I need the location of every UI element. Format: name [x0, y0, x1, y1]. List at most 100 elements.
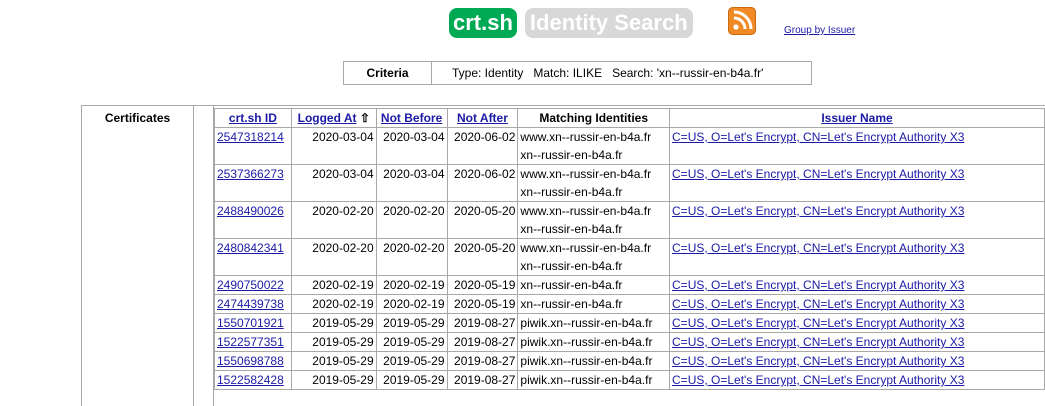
cell-logged-at: 2020-02-20	[290, 201, 377, 239]
cell-issuer-name[interactable]: C=US, O=Let's Encrypt, CN=Let's Encrypt …	[669, 351, 1045, 371]
cell-matching-identities: www.xn--russir-en-b4a.fr xn--russir-en-b4…	[517, 238, 671, 276]
cell-logged-at: 2019-05-29	[290, 313, 377, 333]
cell-not-after: 2020-05-20	[446, 238, 519, 276]
cell-not-after: 2020-06-02	[446, 127, 519, 165]
matching-identity: piwik.xn--russir-en-b4a.fr	[520, 316, 653, 330]
cell-matching-identities: www.xn--russir-en-b4a.fr xn--russir-en-b4…	[517, 201, 671, 239]
cell-logged-at: 2019-05-29	[290, 370, 377, 390]
cell-crtsh-id[interactable]: 2537366273	[214, 164, 292, 202]
cell-not-before: 2020-03-04	[375, 127, 448, 165]
cell-not-before: 2019-05-29	[375, 332, 448, 352]
table-row: 2537366273 2020-03-04 2020-03-04 2020-06-02…	[214, 164, 1045, 202]
matching-identity: xn--russir-en-b4a.fr	[520, 148, 623, 162]
cell-not-after: 2020-06-02	[446, 164, 519, 202]
matching-identity: piwik.xn--russir-en-b4a.fr	[520, 354, 653, 368]
column-header-not-after[interactable]: Not After	[446, 108, 519, 128]
cell-not-before: 2020-02-19	[375, 294, 448, 314]
matching-identity: xn--russir-en-b4a.fr	[520, 222, 623, 236]
cell-matching-identities: xn--russir-en-b4a.fr	[517, 275, 671, 295]
cell-not-before: 2020-02-20	[375, 238, 448, 276]
table-row: 2474439738 2020-02-19 2020-02-19 2020-05-19…	[214, 294, 1045, 314]
cell-crtsh-id[interactable]: 1550701921	[214, 313, 292, 333]
cell-issuer-name[interactable]: C=US, O=Let's Encrypt, CN=Let's Encrypt …	[669, 201, 1045, 239]
table-row: 2488490026 2020-02-20 2020-02-20 2020-05-20…	[214, 201, 1045, 239]
table-header-row: crt.sh ID Logged At ⇧ Not Before Not Aft…	[214, 108, 1045, 128]
matching-identity: xn--russir-en-b4a.fr	[520, 185, 623, 199]
column-header-issuer[interactable]: Issuer Name	[669, 108, 1045, 128]
cell-crtsh-id[interactable]: 2474439738	[214, 294, 292, 314]
table-row: 1550701921 2019-05-29 2019-05-29 2019-08-27…	[214, 313, 1045, 333]
cell-crtsh-id[interactable]: 1522577351	[214, 332, 292, 352]
certificates-label: Certificates	[82, 106, 194, 406]
cell-issuer-name[interactable]: C=US, O=Let's Encrypt, CN=Let's Encrypt …	[669, 275, 1045, 295]
table-row: 2547318214 2020-03-04 2020-03-04 2020-06-02…	[214, 127, 1045, 165]
cell-logged-at: 2020-02-19	[290, 294, 377, 314]
table-row: 2480842341 2020-02-20 2020-02-20 2020-05-20…	[214, 238, 1045, 276]
cell-not-before: 2019-05-29	[375, 313, 448, 333]
cell-not-after: 2020-05-19	[446, 275, 519, 295]
column-header-id[interactable]: crt.sh ID	[214, 108, 292, 128]
cell-matching-identities: piwik.xn--russir-en-b4a.fr	[517, 370, 671, 390]
cell-logged-at: 2020-02-19	[290, 275, 377, 295]
cell-matching-identities: piwik.xn--russir-en-b4a.fr	[517, 332, 671, 352]
site-logo[interactable]: crt.sh Identity Search	[449, 8, 693, 40]
cell-logged-at: 2019-05-29	[290, 351, 377, 371]
cell-matching-identities: piwik.xn--russir-en-b4a.fr	[517, 351, 671, 371]
cell-logged-at: 2020-03-04	[290, 127, 377, 165]
cell-matching-identities: xn--russir-en-b4a.fr	[517, 294, 671, 314]
cell-not-after: 2019-08-27	[446, 313, 519, 333]
cell-not-before: 2019-05-29	[375, 370, 448, 390]
cell-logged-at: 2019-05-29	[290, 332, 377, 352]
cell-not-before: 2020-02-19	[375, 275, 448, 295]
rss-feed-icon[interactable]	[728, 7, 756, 35]
cell-crtsh-id[interactable]: 2547318214	[214, 127, 292, 165]
cell-issuer-name[interactable]: C=US, O=Let's Encrypt, CN=Let's Encrypt …	[669, 313, 1045, 333]
column-header-not-before[interactable]: Not Before	[375, 108, 448, 128]
cell-not-after: 2020-05-19	[446, 294, 519, 314]
matching-identity: www.xn--russir-en-b4a.fr	[520, 204, 652, 218]
cell-issuer-name[interactable]: C=US, O=Let's Encrypt, CN=Let's Encrypt …	[669, 164, 1045, 202]
cell-crtsh-id[interactable]: 2480842341	[214, 238, 292, 276]
cell-matching-identities: piwik.xn--russir-en-b4a.fr	[517, 313, 671, 333]
column-header-logged-at[interactable]: Logged At ⇧	[290, 108, 377, 128]
table-row: 2490750022 2020-02-19 2020-02-19 2020-05-19…	[214, 275, 1045, 295]
matching-identity: piwik.xn--russir-en-b4a.fr	[520, 373, 653, 387]
matching-identity: www.xn--russir-en-b4a.fr	[520, 241, 652, 255]
matching-identity: xn--russir-en-b4a.fr	[520, 297, 623, 311]
logo-crtsh[interactable]: crt.sh	[449, 8, 517, 38]
table-row: 1522577351 2019-05-29 2019-05-29 2019-08-27…	[214, 332, 1045, 352]
table-row: 1522582428 2019-05-29 2019-05-29 2019-08-27…	[214, 370, 1045, 390]
cell-crtsh-id[interactable]: 1522582428	[214, 370, 292, 390]
cell-issuer-name[interactable]: C=US, O=Let's Encrypt, CN=Let's Encrypt …	[669, 127, 1045, 165]
criteria-value: Type: Identity Match: ILIKE Search: 'xn-…	[452, 66, 764, 80]
certificates-table: crt.sh ID Logged At ⇧ Not Before Not Aft…	[214, 108, 1045, 390]
matching-identity: xn--russir-en-b4a.fr	[520, 259, 623, 273]
cell-not-before: 2019-05-29	[375, 351, 448, 371]
logo-identity-search: Identity Search	[524, 8, 693, 38]
matching-identity: xn--russir-en-b4a.fr	[520, 278, 623, 292]
matching-identity: piwik.xn--russir-en-b4a.fr	[520, 335, 653, 349]
matching-identity: www.xn--russir-en-b4a.fr	[520, 167, 652, 181]
criteria-label: Criteria	[344, 62, 432, 84]
cell-matching-identities: www.xn--russir-en-b4a.fr xn--russir-en-b4…	[517, 164, 671, 202]
cell-not-before: 2020-03-04	[375, 164, 448, 202]
cell-logged-at: 2020-03-04	[290, 164, 377, 202]
cell-not-after: 2020-05-20	[446, 201, 519, 239]
cell-crtsh-id[interactable]: 2488490026	[214, 201, 292, 239]
cell-crtsh-id[interactable]: 2490750022	[214, 275, 292, 295]
sort-arrow-icon: ⇧	[359, 111, 370, 125]
cell-not-after: 2019-08-27	[446, 370, 519, 390]
cell-matching-identities: www.xn--russir-en-b4a.fr xn--russir-en-b4…	[517, 127, 671, 165]
cell-issuer-name[interactable]: C=US, O=Let's Encrypt, CN=Let's Encrypt …	[669, 238, 1045, 276]
cell-not-after: 2019-08-27	[446, 351, 519, 371]
table-row: 1550698788 2019-05-29 2019-05-29 2019-08-27…	[214, 351, 1045, 371]
cell-crtsh-id[interactable]: 1550698788	[214, 351, 292, 371]
cell-issuer-name[interactable]: C=US, O=Let's Encrypt, CN=Let's Encrypt …	[669, 370, 1045, 390]
cell-issuer-name[interactable]: C=US, O=Let's Encrypt, CN=Let's Encrypt …	[669, 332, 1045, 352]
criteria-box: Criteria Type: Identity Match: ILIKE Sea…	[343, 61, 812, 85]
cell-issuer-name[interactable]: C=US, O=Let's Encrypt, CN=Let's Encrypt …	[669, 294, 1045, 314]
column-header-matching-identities: Matching Identities	[517, 108, 671, 128]
cell-not-after: 2019-08-27	[446, 332, 519, 352]
cell-logged-at: 2020-02-20	[290, 238, 377, 276]
group-by-issuer-link[interactable]: Group by Issuer	[784, 25, 855, 36]
